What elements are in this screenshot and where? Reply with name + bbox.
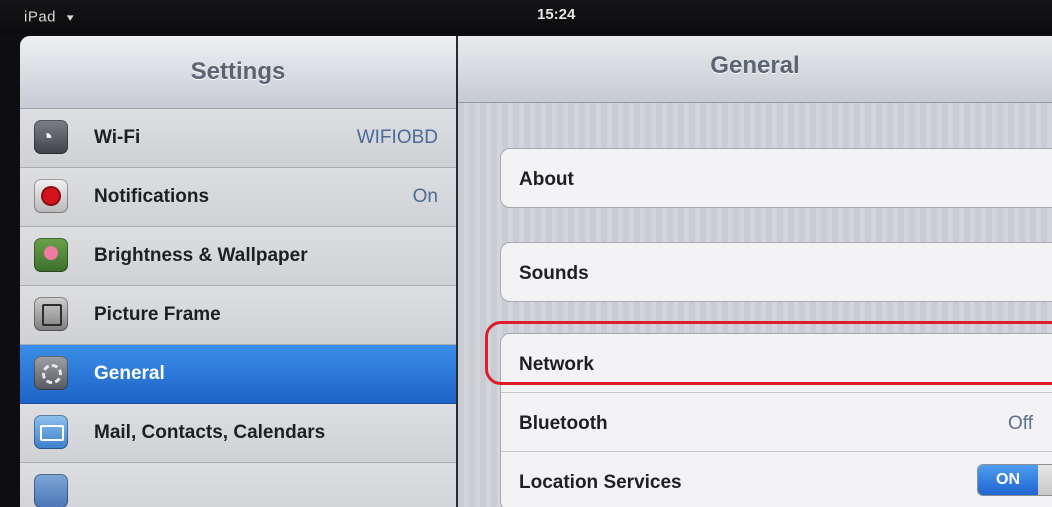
cell-about[interactable]: About › <box>501 149 1052 207</box>
settings-group-connectivity: Network Bluetooth Off Location Services … <box>500 333 1052 507</box>
sidebar-item-picture-frame[interactable]: Picture Frame <box>20 286 456 345</box>
gear-icon <box>34 356 68 390</box>
sidebar-item-mail-contacts-calendars[interactable]: Mail, Contacts, Calendars <box>20 404 456 463</box>
sidebar-item-label: Brightness & Wallpaper <box>94 245 308 266</box>
sidebar-item-partial[interactable] <box>20 463 456 507</box>
picture-frame-icon <box>34 297 68 331</box>
sidebar-item-label: Mail, Contacts, Calendars <box>94 422 326 443</box>
sidebar-item-general[interactable]: General <box>20 345 456 404</box>
general-detail-pane: General About › Sounds › Network Bluetoo… <box>458 36 1052 507</box>
sidebar-item-notifications[interactable]: Notifications On <box>20 168 456 227</box>
sidebar-item-label: Wi-Fi <box>94 127 141 148</box>
status-left: iPad ▾ <box>24 8 74 26</box>
cell-network[interactable]: Network <box>501 334 1052 393</box>
device-name: iPad <box>24 8 57 26</box>
brightness-wallpaper-icon <box>34 238 68 272</box>
cell-label: Network <box>519 354 594 375</box>
cell-label: Sounds <box>519 263 589 284</box>
sidebar-item-label: Picture Frame <box>94 304 221 325</box>
sidebar-item-label: Notifications <box>94 186 210 207</box>
sidebar-item-value: WIFIOBD <box>356 127 438 148</box>
clock: 15:24 <box>537 6 576 23</box>
app-icon <box>34 474 68 507</box>
sidebar-header: Settings <box>20 36 456 109</box>
mail-icon <box>34 415 68 449</box>
notifications-icon <box>34 179 68 213</box>
detail-title: General <box>710 52 800 79</box>
settings-group-about: About › <box>500 148 1052 208</box>
sidebar-title: Settings <box>190 58 286 85</box>
toggle-on-label: ON <box>978 465 1038 495</box>
cell-sounds[interactable]: Sounds › <box>501 243 1052 301</box>
settings-group-sounds: Sounds › <box>500 242 1052 302</box>
ipad-screen: iPad ▾ 15:24 Settings ◔ Wi-Fi WIFIOBD No… <box>0 0 1052 507</box>
sidebar-item-label: General <box>94 363 165 384</box>
sidebar-item-brightness-wallpaper[interactable]: Brightness & Wallpaper <box>20 227 456 286</box>
cell-value: Off <box>1008 413 1033 434</box>
cell-bluetooth[interactable]: Bluetooth Off <box>501 393 1052 452</box>
cell-label: Bluetooth <box>519 413 608 434</box>
settings-sidebar: Settings ◔ Wi-Fi WIFIOBD Notifications O… <box>20 36 456 507</box>
wifi-signal-icon: ▾ <box>66 10 75 24</box>
location-services-toggle[interactable]: ON <box>977 464 1052 496</box>
detail-header: General <box>458 36 1052 103</box>
cell-label: About <box>519 169 574 190</box>
sidebar-item-wifi[interactable]: ◔ Wi-Fi WIFIOBD <box>20 109 456 168</box>
sidebar-item-value: On <box>412 186 438 207</box>
status-bar: iPad ▾ 15:24 <box>0 0 1052 34</box>
cell-label: Location Services <box>519 472 682 493</box>
wifi-icon: ◔ <box>34 120 68 154</box>
cell-location-services[interactable]: Location Services ON <box>501 452 1052 507</box>
